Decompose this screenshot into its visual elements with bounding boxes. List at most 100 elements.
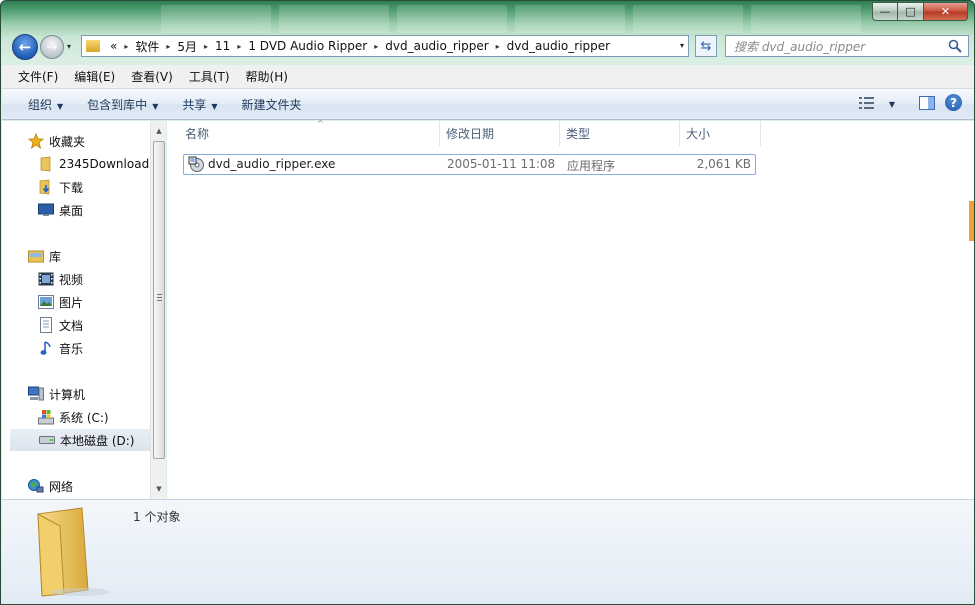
command-bar-right: ▼ ?: [858, 94, 962, 111]
column-header-type[interactable]: 类型: [560, 121, 680, 146]
details-pane: 1 个对象: [2, 499, 974, 604]
menu-tools[interactable]: 工具(T): [181, 68, 238, 85]
desktop-icon: [38, 202, 54, 218]
refresh-icon: ⇆: [700, 38, 712, 54]
back-button[interactable]: ←: [12, 34, 38, 60]
menu-edit[interactable]: 编辑(E): [66, 68, 123, 85]
navigation-row: ← → ▾ « ▸ 软件 ▸ 5月 ▸ 11 ▸ 1 DVD Audio Rip…: [9, 34, 969, 60]
star-icon: [28, 133, 44, 149]
object-count: 1 个对象: [133, 510, 181, 524]
file-type: 应用程序: [567, 159, 616, 173]
column-header-size[interactable]: 大小: [680, 121, 761, 146]
network-icon: [28, 478, 44, 494]
minimize-button[interactable]: —: [872, 2, 898, 21]
close-button[interactable]: ✕: [924, 2, 968, 21]
background-ghost-tabs: [161, 5, 861, 33]
sort-ascending-icon: ^: [317, 119, 324, 128]
nav-libraries[interactable]: 库: [28, 245, 61, 267]
pictures-icon: [38, 294, 54, 310]
nav-computer[interactable]: 计算机: [28, 383, 85, 405]
library-icon: [28, 248, 44, 264]
nav-network[interactable]: 网络: [28, 475, 73, 497]
view-options-dropdown[interactable]: ▼: [885, 96, 899, 110]
nav-item-2345downloads[interactable]: 2345Downloads: [38, 153, 150, 175]
video-icon: [38, 271, 54, 287]
exe-file-icon: [188, 156, 204, 172]
refresh-button[interactable]: ⇆: [695, 35, 717, 57]
scrollbar-grip-icon: [157, 294, 162, 301]
column-header-name[interactable]: 名称 ^: [179, 119, 440, 146]
menu-help[interactable]: 帮助(H): [238, 68, 296, 85]
file-name: dvd_audio_ripper.exe: [208, 157, 336, 171]
scroll-down-icon[interactable]: ▼: [151, 481, 167, 497]
address-bar[interactable]: « ▸ 软件 ▸ 5月 ▸ 11 ▸ 1 DVD Audio Ripper ▸ …: [81, 35, 689, 57]
breadcrumb-separator-icon[interactable]: ▸: [121, 42, 131, 51]
breadcrumb-separator-icon[interactable]: ▸: [163, 42, 173, 51]
system-drive-icon: [38, 409, 54, 425]
nav-item-pictures[interactable]: 图片: [38, 291, 83, 313]
breadcrumb-item[interactable]: 5月: [173, 38, 201, 55]
menu-view[interactable]: 查看(V): [123, 68, 181, 85]
organize-button[interactable]: 组织 ▼: [16, 96, 75, 113]
nav-item-desktop[interactable]: 桌面: [38, 199, 83, 221]
forward-arrow-icon: →: [46, 39, 58, 55]
dropdown-arrow-icon: ▼: [57, 101, 64, 111]
navigation-scrollbar[interactable]: ▲ ▼: [150, 121, 166, 499]
edge-highlight: [969, 201, 974, 241]
column-header-date[interactable]: 修改日期: [440, 121, 560, 146]
music-icon: [38, 340, 54, 356]
computer-icon: [28, 386, 44, 402]
folder-icon: [38, 156, 54, 172]
documents-icon: [38, 317, 54, 333]
navigation-tree: 收藏夹 2345Downloads 下载 桌面 库 视频 图片 文档 音乐 计算…: [2, 121, 150, 499]
caption-buttons: — □ ✕: [872, 2, 968, 21]
file-list-pane: 名称 ^ 修改日期 类型 大小 dvd_audio_ripper.exe 200…: [167, 119, 974, 499]
downloads-folder-icon: [38, 179, 54, 195]
preview-pane-icon[interactable]: [919, 95, 935, 110]
breadcrumb-separator-icon[interactable]: ▸: [493, 42, 503, 51]
menu-file[interactable]: 文件(F): [10, 68, 66, 85]
dropdown-arrow-icon: ▼: [152, 101, 159, 111]
search-input[interactable]: 搜索 dvd_audio_ripper: [725, 35, 969, 57]
back-arrow-icon: ←: [18, 38, 32, 56]
new-folder-button[interactable]: 新建文件夹: [230, 96, 314, 113]
large-folder-icon: [32, 506, 114, 598]
file-row[interactable]: dvd_audio_ripper.exe 2005-01-11 11:08 应用…: [183, 154, 756, 175]
recent-pages-dropdown[interactable]: ▾: [67, 42, 71, 51]
search-placeholder: 搜索 dvd_audio_ripper: [734, 39, 866, 54]
help-icon[interactable]: ?: [945, 94, 962, 111]
breadcrumb-item[interactable]: 1 DVD Audio Ripper: [244, 39, 371, 53]
breadcrumb-separator-icon[interactable]: ▸: [201, 42, 211, 51]
scroll-up-icon[interactable]: ▲: [151, 123, 167, 139]
address-overflow[interactable]: «: [106, 39, 121, 53]
nav-item-documents[interactable]: 文档: [38, 314, 83, 336]
breadcrumb-item-current[interactable]: dvd_audio_ripper: [503, 39, 614, 53]
dropdown-arrow-icon: ▼: [888, 99, 895, 109]
nav-item-music[interactable]: 音乐: [38, 337, 83, 359]
breadcrumb-separator-icon[interactable]: ▸: [234, 42, 244, 51]
nav-item-videos[interactable]: 视频: [38, 268, 83, 290]
breadcrumb-item[interactable]: dvd_audio_ripper: [381, 39, 492, 53]
breadcrumb-item[interactable]: 11: [211, 39, 234, 53]
include-in-library-button[interactable]: 包含到库中 ▼: [75, 96, 170, 113]
menu-bar: 文件(F) 编辑(E) 查看(V) 工具(T) 帮助(H): [2, 65, 974, 89]
command-bar: 组织 ▼ 包含到库中 ▼ 共享 ▼ 新建文件夹 ▼ ?: [2, 89, 974, 120]
nav-item-drive-c[interactable]: 系统 (C:): [38, 406, 109, 428]
forward-button[interactable]: →: [40, 35, 64, 59]
file-size: 2,061 KB: [696, 157, 751, 171]
nav-item-downloads[interactable]: 下载: [38, 176, 83, 198]
dropdown-arrow-icon: ▼: [211, 101, 218, 111]
share-button[interactable]: 共享 ▼: [170, 96, 229, 113]
nav-favorites[interactable]: 收藏夹: [28, 130, 85, 152]
breadcrumb-separator-icon[interactable]: ▸: [371, 42, 381, 51]
scrollbar-thumb[interactable]: [153, 141, 165, 459]
search-icon[interactable]: [947, 38, 963, 54]
breadcrumb-item[interactable]: 软件: [131, 38, 163, 55]
nav-item-drive-d[interactable]: 本地磁盘 (D:): [10, 429, 150, 451]
explorer-window: — □ ✕ ← → ▾ « ▸ 软件 ▸ 5月 ▸ 11 ▸ 1 DVD Aud…: [0, 0, 975, 605]
navigation-pane: 收藏夹 2345Downloads 下载 桌面 库 视频 图片 文档 音乐 计算…: [2, 121, 166, 499]
view-details-icon[interactable]: [858, 96, 875, 110]
file-date: 2005-01-11 11:08: [447, 157, 556, 171]
address-dropdown-icon[interactable]: ▾: [680, 41, 684, 50]
maximize-button[interactable]: □: [898, 2, 924, 21]
